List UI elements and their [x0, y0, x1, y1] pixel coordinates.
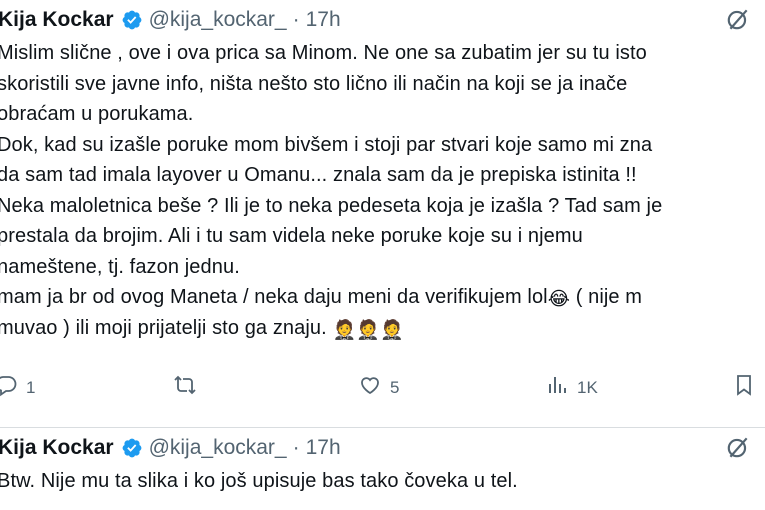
timestamp[interactable]: 17h — [306, 436, 341, 460]
author-name[interactable]: Kija Kockar — [0, 8, 114, 32]
like-icon — [358, 373, 382, 402]
tweet-line: Mislim slične , ove i ova prica sa Minom… — [0, 42, 647, 64]
reply-count: 1 — [26, 377, 36, 397]
timestamp[interactable]: 17h — [306, 8, 341, 32]
person-emoji: 🤵 — [332, 319, 357, 341]
person-emoji: 🤵 — [356, 319, 380, 341]
views-count: 1K — [577, 377, 598, 397]
bookmark-button[interactable] — [732, 373, 756, 402]
author-handle[interactable]: @kija_kockar_ — [149, 436, 287, 460]
tweet-header: Kija Kockar @kija_kockar_ · 17h — [0, 6, 341, 34]
separator-dot: · — [292, 436, 300, 459]
tweet-line: da sam tad imala layover u Omanu... znal… — [0, 164, 637, 186]
grok-icon[interactable] — [725, 6, 751, 32]
tweet-line-tail: ( nije m — [570, 286, 643, 308]
tweet-divider — [0, 427, 765, 428]
like-count: 5 — [390, 377, 400, 397]
person-emoji: 🤵 — [380, 319, 404, 341]
tweet-text: Btw. Nije mu ta slika i ko još upisuje b… — [0, 466, 765, 497]
tweet-line: mam ja br od ovog Maneta / neka daju men… — [0, 282, 765, 313]
retweet-icon — [173, 373, 197, 402]
laughing-emoji: 😂 — [547, 289, 571, 310]
tweet-line: Neka maloletnica beše ? Ili je to neka p… — [0, 194, 663, 217]
tweet-line: prestala da brojim. Ali i tu sam videla … — [0, 225, 583, 247]
reply-icon — [0, 373, 18, 402]
views-icon — [545, 373, 569, 402]
tweet-line: obraćam u porukama. — [0, 103, 194, 125]
separator-dot: · — [292, 8, 300, 31]
tweet-actions: 1 5 1K — [0, 373, 765, 403]
tweet-text: Mislim slične , ove i ova prica sa Minom… — [0, 38, 765, 343]
grok-icon[interactable] — [725, 434, 751, 460]
tweet-line: nameštene, tj. fazon jednu. — [0, 255, 240, 278]
author-handle[interactable]: @kija_kockar_ — [149, 8, 287, 32]
bookmark-icon — [732, 373, 756, 402]
tweet-line: skoristili sve javne info, ništa nešto s… — [0, 72, 628, 95]
tweet-line: Dok, kad su izašle poruke mom bivšem i s… — [0, 133, 653, 156]
tweet-line-text: muvao ) ili moji prijatelji sto ga znaju… — [0, 316, 327, 339]
tweet-line: muvao ) ili moji prijatelji sto ga znaju… — [0, 313, 765, 344]
reply-button[interactable]: 1 — [0, 373, 35, 402]
tweet-header: Kija Kockar @kija_kockar_ · 17h — [0, 434, 341, 462]
like-button[interactable]: 5 — [358, 373, 399, 402]
author-name[interactable]: Kija Kockar — [0, 436, 114, 460]
verified-badge-icon — [121, 9, 143, 31]
tweet-line: Btw. Nije mu ta slika i ko još upisuje b… — [0, 470, 518, 492]
retweet-button[interactable] — [173, 373, 205, 402]
tweet-line-text: mam ja br od ovog Maneta / neka daju men… — [0, 286, 548, 308]
views-button[interactable]: 1K — [545, 373, 598, 402]
verified-badge-icon — [121, 437, 143, 459]
